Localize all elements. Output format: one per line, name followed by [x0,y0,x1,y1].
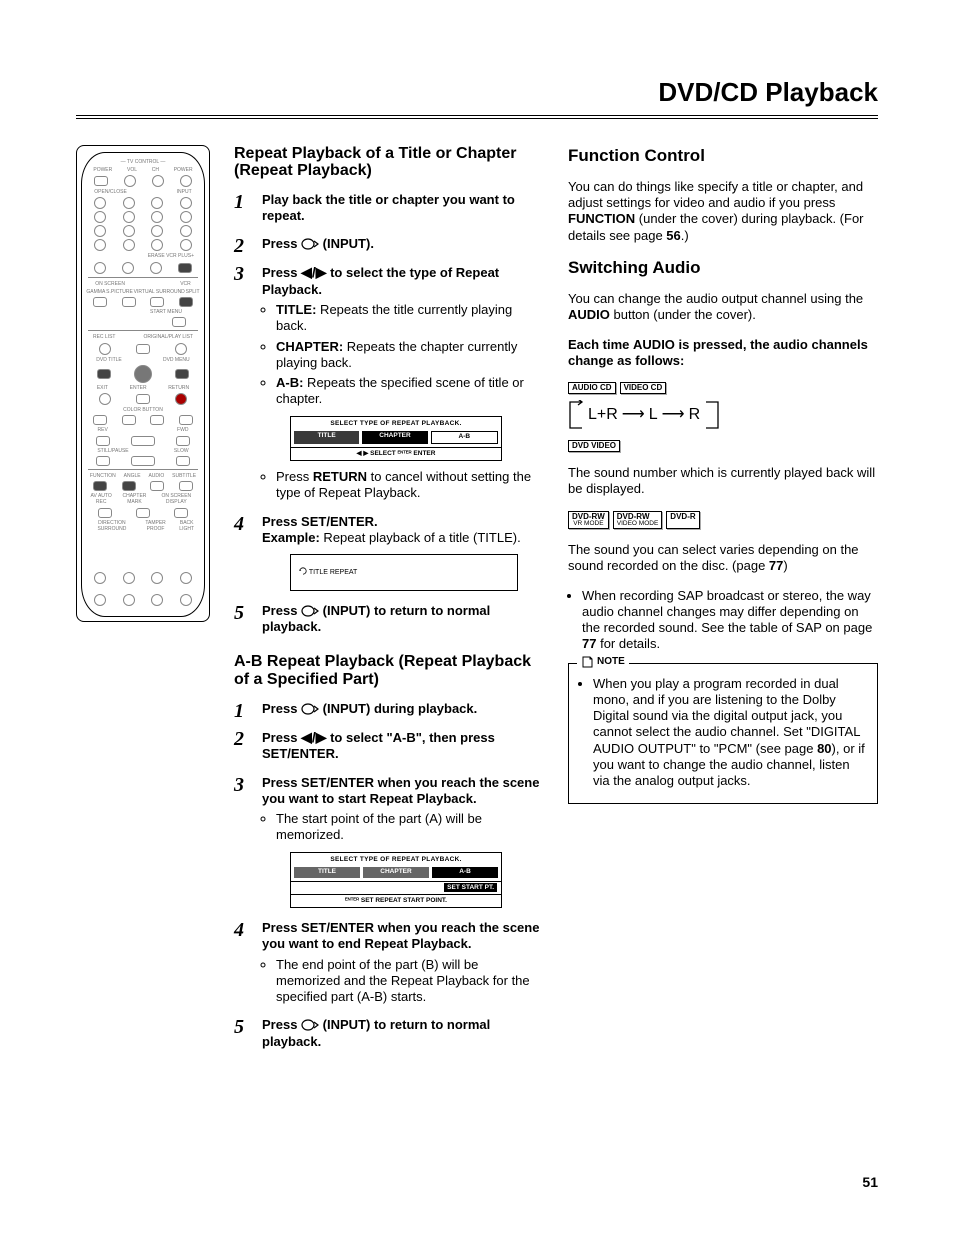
function-control-body: You can do things like specify a title o… [568,179,878,244]
heading-function-control: Function Control [568,145,878,166]
step-4: Press SET/ENTER. Example: Repeat playbac… [234,514,544,591]
flow-corner-icon [704,400,720,430]
step-3: Press ◀/▶ to select the type of Repeat P… [234,264,544,501]
heading-repeat-playback: Repeat Playback of a Title or Chapter (R… [234,145,544,180]
audio-flow-diagram: L+R ⟶ L ⟶ R [568,400,878,430]
ab-step-1: Press (INPUT) during playback. [234,701,544,717]
remote-illustration: — TV CONTROL — POWERVOLCHPOWER OPEN/CLOS… [76,145,210,1062]
disc-tags-2: DVD VIDEO [568,440,878,452]
remote-header: — TV CONTROL — [86,159,200,165]
step-1: Play back the title or chapter you want … [234,192,544,225]
section-title: DVD/CD Playback [76,76,878,115]
sap-bullet: When recording SAP broadcast or stereo, … [568,588,878,653]
step-2: Press (INPUT). [234,236,544,252]
disc-tags-1: AUDIO CD VIDEO CD [568,382,878,394]
note-box: NOTE When you play a program recorded in… [568,663,878,805]
heading-ab-repeat: A-B Repeat Playback (Repeat Playback of … [234,653,544,688]
each-time-audio: Each time AUDIO is pressed, the audio ch… [568,337,878,370]
arrow-icon: ⟶ [662,405,685,425]
note-label: NOTE [577,656,629,669]
ab-step-3: Press SET/ENTER when you reach the scene… [234,775,544,909]
column-middle: Repeat Playback of a Title or Chapter (R… [234,145,544,1062]
input-icon [301,605,319,617]
repeat-icon [299,567,307,575]
input-icon [301,238,319,250]
step-5: Press (INPUT) to return to normal playba… [234,603,544,636]
input-icon [301,1019,319,1031]
steps-repeat: Play back the title or chapter you want … [234,192,544,636]
osd-ab-start: SELECT TYPE OF REPEAT PLAYBACK. TITLE CH… [290,852,502,909]
content-columns: — TV CONTROL — POWERVOLCHPOWER OPEN/CLOS… [76,145,878,1062]
flow-corner-icon [568,400,584,430]
bullet-list: TITLE: Repeats the title currently playi… [262,302,544,408]
column-right: Function Control You can do things like … [568,145,878,1062]
ab-step-5: Press (INPUT) to return to normal playba… [234,1017,544,1050]
heading-switching-audio: Switching Audio [568,257,878,278]
left-right-arrow-icon: ◀/▶ [301,264,326,280]
steps-ab-repeat: Press (INPUT) during playback. Press ◀/▶… [234,701,544,1050]
rule [76,118,878,119]
osd-title-repeat: TITLE REPEAT [290,554,518,591]
switching-audio-body: You can change the audio output channel … [568,291,878,324]
rule [76,115,878,116]
ab-step-4: Press SET/ENTER when you reach the scene… [234,920,544,1005]
disc-tags-3: DVD-RWVR MODE DVD-RWVIDEO MODE DVD-R [568,511,878,530]
page-number: 51 [862,1174,878,1192]
input-icon [301,703,319,715]
page: DVD/CD Playback — TV CONTROL — POWERVOLC… [0,0,954,1235]
osd-repeat-type: SELECT TYPE OF REPEAT PLAYBACK. TITLE CH… [290,416,502,461]
sound-varies-body: The sound you can select varies dependin… [568,542,878,575]
arrow-icon: ⟶ [622,405,645,425]
note-icon [581,656,593,668]
left-right-arrow-icon: ◀/▶ [301,729,326,745]
sound-number-body: The sound number which is currently play… [568,465,878,498]
ab-step-2: Press ◀/▶ to select "A-B", then press SE… [234,729,544,763]
